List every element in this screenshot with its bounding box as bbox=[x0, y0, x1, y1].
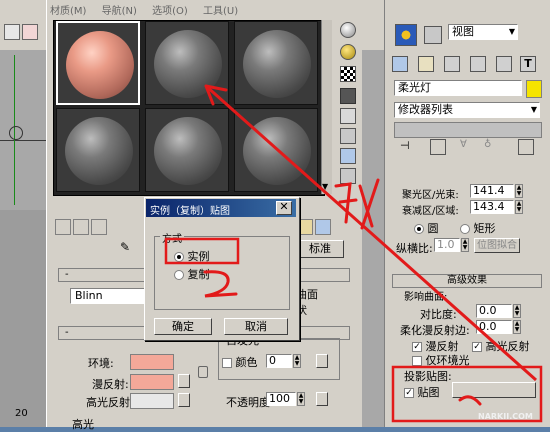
drag-arrow-line bbox=[205, 84, 537, 382]
number-2-mark bbox=[203, 270, 238, 298]
watermark: NARKII.COM bbox=[478, 412, 533, 421]
number-1-mark bbox=[458, 395, 482, 406]
dialog-highlight-box bbox=[164, 237, 240, 265]
annotation-overlay bbox=[164, 84, 543, 423]
